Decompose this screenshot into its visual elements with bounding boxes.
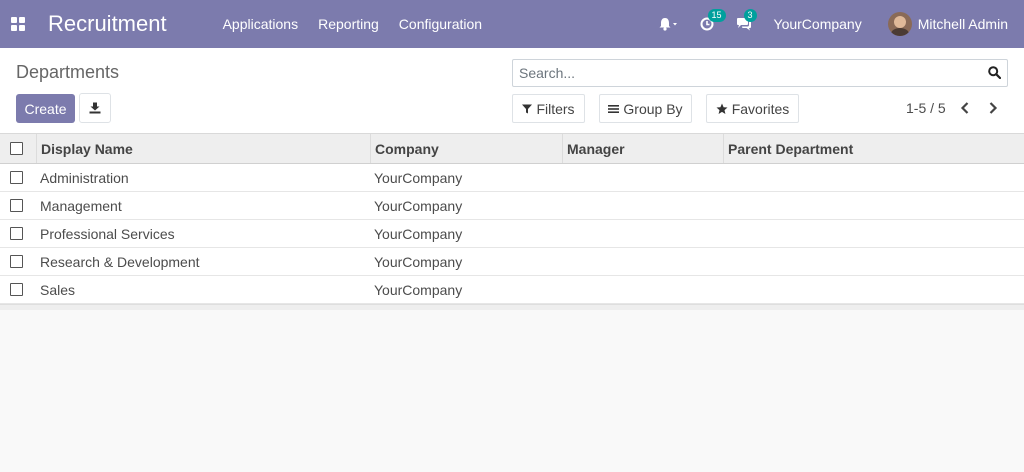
cell-parent-department [723,220,1024,247]
cell-parent-department [723,276,1024,303]
row-checkbox[interactable] [9,283,23,296]
cell-manager [562,248,723,275]
cell-manager [562,192,723,219]
row-select-cell [0,164,36,191]
menu-applications[interactable]: Applications [213,16,309,32]
row-select-cell [0,220,36,247]
star-icon [716,103,728,114]
cell-company: YourCompany [374,197,463,214]
chevron-left-icon[interactable] [960,101,970,119]
row-select-cell [0,276,36,303]
cell-display-name: Professional Services [40,225,175,242]
select-all-cell [0,134,36,163]
cell-display-name: Sales [40,281,76,298]
select-all-checkbox[interactable] [9,142,23,155]
apps-menu-icon[interactable] [0,0,38,48]
cell-display-name: Management [40,197,122,214]
cell-manager [562,276,723,303]
cell-parent-department [723,248,1024,275]
table-header: Display Name Company Manager Parent Depa… [0,134,1024,164]
filter-icon [522,104,533,113]
navbar-systray: 15 3 YourCompany Mitchell Admin [658,0,1024,48]
row-checkbox[interactable] [9,255,23,268]
column-header-company[interactable]: Company [370,134,562,163]
cell-company: YourCompany [374,281,463,298]
chevron-right-icon[interactable] [988,101,998,119]
avatar [887,12,912,36]
notification-bell-icon[interactable] [658,17,678,31]
row-checkbox[interactable] [9,227,23,240]
menu-configuration[interactable]: Configuration [389,16,492,32]
top-navbar: Recruitment Applications Reporting Confi… [0,0,1024,48]
filters-button[interactable]: Filters [512,94,585,123]
group-by-button[interactable]: Group By [599,94,692,123]
favorites-label: Favorites [731,100,790,117]
column-header-display-name[interactable]: Display Name [36,134,370,163]
menu-reporting[interactable]: Reporting [308,16,389,32]
row-checkbox[interactable] [9,199,23,212]
table-row[interactable]: Sales YourCompany [0,276,1024,304]
cell-display-name: Research & Development [40,253,200,270]
favorites-button[interactable]: Favorites [706,94,799,123]
user-name: Mitchell Admin [917,16,1008,32]
table-row[interactable]: Professional Services YourCompany [0,220,1024,248]
main-menu: Applications Reporting Configuration [213,16,492,32]
create-button[interactable]: Create [16,94,75,123]
table-row[interactable]: Research & Development YourCompany [0,248,1024,276]
pager-value[interactable]: 1-5 / 5 [906,100,946,116]
search-input[interactable] [513,60,983,86]
messages-chat-icon[interactable]: 3 [736,9,757,31]
cell-manager [562,164,723,191]
activity-count-badge: 15 [707,9,726,22]
row-checkbox[interactable] [9,171,23,184]
cell-parent-department [723,192,1024,219]
cell-manager [562,220,723,247]
table-row[interactable]: Management YourCompany [0,192,1024,220]
table-row[interactable]: Administration YourCompany [0,164,1024,192]
company-switcher[interactable]: YourCompany [774,16,862,32]
search-box [512,59,1008,87]
bars-icon [608,104,620,113]
cell-company: YourCompany [374,169,463,186]
download-button[interactable] [79,93,111,123]
activity-clock-icon[interactable]: 15 [700,9,726,31]
group-by-label: Group By [623,100,683,117]
row-select-cell [0,192,36,219]
control-panel: Departments Create Filters Group By [0,48,1024,134]
cell-parent-department [723,164,1024,191]
breadcrumb: Departments [16,62,120,82]
column-header-parent-department[interactable]: Parent Department [723,134,1024,163]
list-empty-area [0,310,1024,472]
user-menu[interactable]: Mitchell Admin [887,12,1008,36]
filters-label: Filters [536,100,575,117]
cell-display-name: Administration [40,169,129,186]
search-icon[interactable] [988,66,1002,84]
departments-list: Display Name Company Manager Parent Depa… [0,134,1024,312]
cell-company: YourCompany [374,225,463,242]
app-title[interactable]: Recruitment [48,11,167,37]
message-count-badge: 3 [743,9,757,22]
column-header-manager[interactable]: Manager [562,134,723,163]
row-select-cell [0,248,36,275]
download-icon [89,102,101,114]
cell-company: YourCompany [374,253,463,270]
